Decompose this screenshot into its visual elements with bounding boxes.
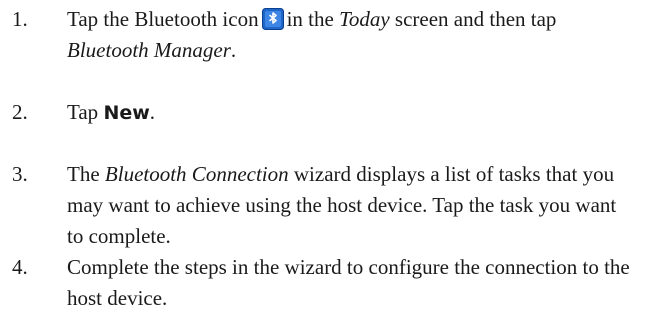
step-text: Tap the Bluetooth icon in the Today scree… — [67, 7, 557, 62]
new-button-label: New — [103, 102, 150, 124]
step-number: 4. — [12, 255, 28, 279]
step-text: Tap New. — [67, 100, 156, 124]
step-number: 2. — [12, 100, 28, 124]
bluetooth-icon — [261, 8, 284, 30]
step-number: 1. — [12, 7, 28, 31]
step-text: Complete the steps in the wizard to conf… — [67, 255, 630, 310]
step-text: The Bluetooth Connection wizard displays… — [67, 162, 617, 248]
step-number: 3. — [12, 162, 28, 186]
